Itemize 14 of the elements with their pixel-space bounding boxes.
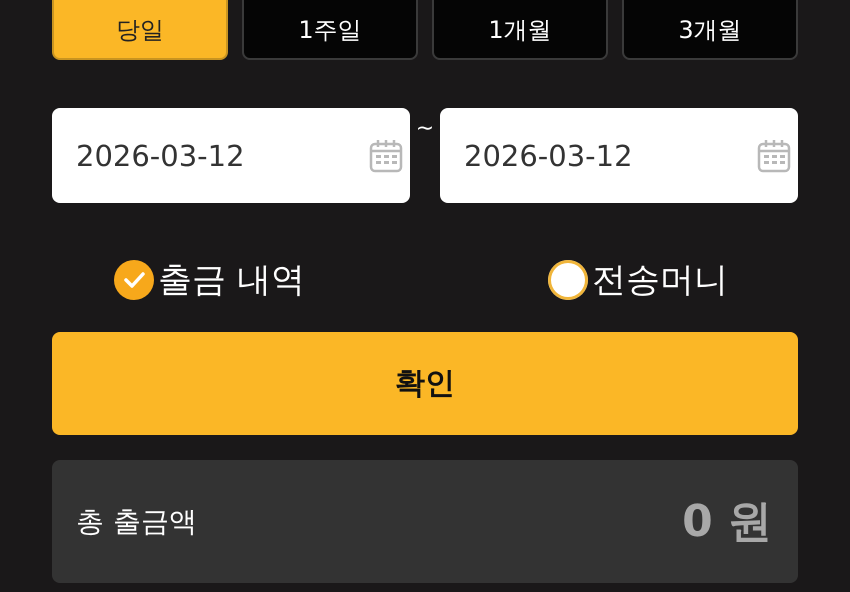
period-tab[interactable]: 1개월: [432, 0, 608, 60]
option-label[interactable]: 전송머니: [592, 257, 728, 303]
total-label: 총 출금액: [76, 504, 197, 540]
option-label[interactable]: 출금 내역: [158, 257, 305, 303]
period-tab[interactable]: 1주일: [242, 0, 418, 60]
start-date-field[interactable]: 2026-03-12: [52, 108, 410, 203]
end-date-field[interactable]: 2026-03-12: [440, 108, 798, 203]
confirm-button[interactable]: 확인: [52, 332, 798, 435]
radio-button[interactable]: [548, 260, 588, 300]
period-tab[interactable]: 당일: [52, 0, 228, 60]
period-tab[interactable]: 3개월: [622, 0, 798, 60]
total-amount: 0 원: [682, 495, 772, 549]
range-separator: ~: [414, 116, 436, 141]
checked-radio[interactable]: [114, 260, 154, 300]
